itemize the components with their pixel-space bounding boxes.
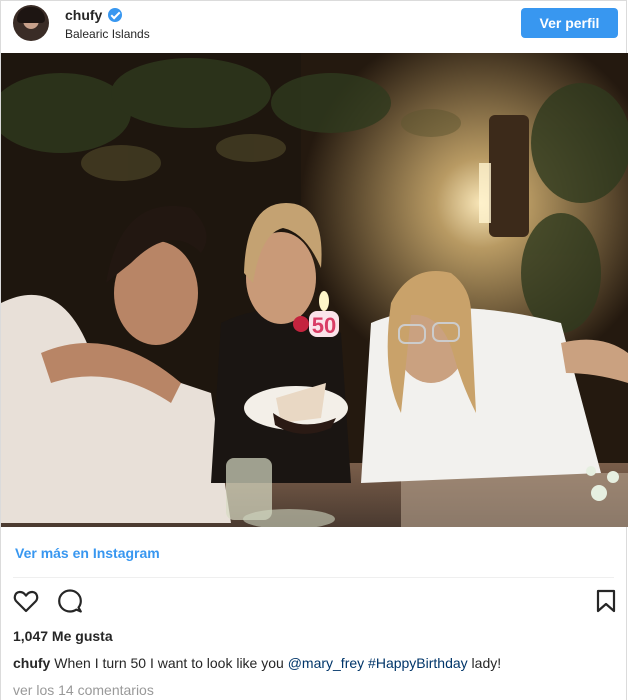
caption-text-end: lady! — [467, 655, 502, 671]
username-row: chufy — [65, 7, 123, 23]
candle-number: 50 — [312, 313, 336, 338]
view-more-on-instagram-link[interactable]: Ver más en Instagram — [15, 545, 160, 561]
action-bar — [1, 587, 628, 617]
view-profile-button[interactable]: Ver perfil — [521, 8, 618, 38]
caption-text: When I turn 50 I want to look like you — [54, 655, 288, 671]
caption-username[interactable]: chufy — [13, 655, 50, 671]
post-header: chufy Balearic Islands Ver perfil — [1, 1, 628, 53]
caption-hashtag[interactable]: #HappyBirthday — [368, 655, 468, 671]
caption: chufy When I turn 50 I want to look like… — [13, 655, 618, 671]
heart-icon[interactable] — [12, 587, 40, 615]
location[interactable]: Balearic Islands — [65, 27, 150, 41]
instagram-embed: chufy Balearic Islands Ver perfil 50 Ver… — [0, 0, 628, 700]
likes-count[interactable]: 1,047 Me gusta — [13, 628, 113, 644]
avatar[interactable] — [13, 5, 49, 41]
photo-illustration: 50 — [1, 53, 628, 527]
post-photo[interactable]: 50 — [1, 53, 628, 527]
verified-badge-icon — [108, 8, 123, 22]
bookmark-icon[interactable] — [592, 587, 620, 615]
view-comments-link[interactable]: ver los 14 comentarios — [13, 682, 154, 698]
comment-bubble-icon[interactable] — [56, 587, 84, 615]
divider — [13, 577, 614, 578]
username[interactable]: chufy — [65, 7, 102, 23]
caption-mention[interactable]: @mary_frey — [288, 655, 364, 671]
